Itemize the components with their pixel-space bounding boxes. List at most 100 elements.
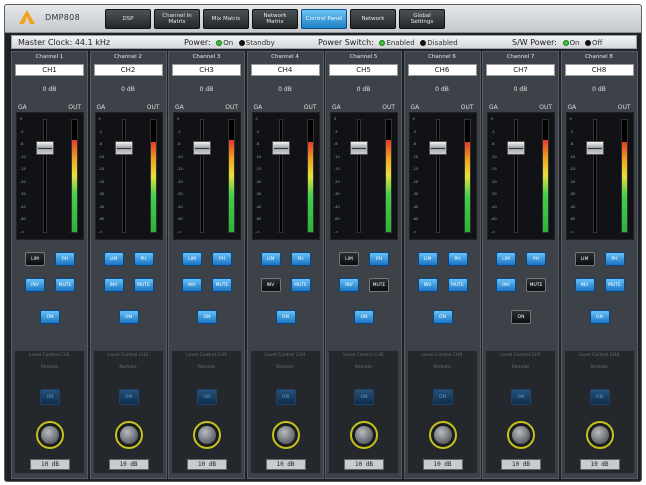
lim-button[interactable]: LIM	[417, 252, 438, 266]
power-standby-radio[interactable]	[238, 39, 245, 46]
lim-button[interactable]: LIM	[496, 252, 516, 266]
remote-on-button[interactable]: ON	[432, 389, 453, 405]
tab-network-matrix[interactable]: Network Matrix	[252, 9, 298, 29]
level-knob[interactable]	[507, 421, 535, 449]
invert-button[interactable]: INV	[260, 278, 281, 292]
level-knob[interactable]	[350, 421, 378, 449]
level-knob[interactable]	[114, 421, 143, 449]
fader-handle[interactable]	[585, 141, 604, 155]
tab-mix-matrix[interactable]: Mix Matrix	[203, 9, 249, 29]
lim-button[interactable]: LIM	[25, 252, 45, 266]
tab-global-settings[interactable]: Global Settings	[399, 9, 445, 29]
phase-button[interactable]: PH	[447, 252, 468, 266]
mute-button[interactable]: MUTE	[212, 278, 232, 292]
mute-button[interactable]: MUTE	[369, 278, 389, 292]
remote-on-button[interactable]: ON	[511, 389, 531, 405]
lim-button[interactable]: LIM	[103, 252, 124, 266]
invert-button[interactable]: INV	[339, 278, 359, 292]
phase-button[interactable]: PH	[133, 252, 154, 266]
invert-button[interactable]: INV	[103, 278, 124, 292]
power-on-radio[interactable]	[216, 39, 223, 46]
tab-network[interactable]: Network	[350, 9, 396, 29]
lim-button[interactable]: LIM	[260, 252, 281, 266]
channel-header: Channel 7	[506, 54, 535, 60]
fader-handle[interactable]	[271, 141, 290, 155]
level-knob[interactable]	[193, 421, 221, 449]
mute-button[interactable]: MUTE	[604, 278, 625, 292]
sw-on-radio[interactable]	[562, 39, 569, 46]
tab-channel-in-matrix[interactable]: Channel In Matrix	[154, 9, 200, 29]
switch-disabled-radio[interactable]	[420, 39, 427, 46]
channel-name-field[interactable]: CH7	[486, 64, 555, 76]
channel-name-field[interactable]: CH5	[329, 64, 398, 76]
phase-button[interactable]: PH	[290, 252, 311, 266]
channel-on-button[interactable]: ON	[589, 310, 610, 324]
channel-name-field[interactable]: CH4	[250, 64, 320, 76]
tab-dsp[interactable]: DSP	[105, 9, 151, 29]
channel-name-field[interactable]: CH3	[172, 64, 241, 76]
fader-handle[interactable]	[36, 141, 54, 155]
knob-value-field[interactable]: 10 dB	[265, 459, 306, 470]
knob-value-field[interactable]: 10 dB	[422, 459, 463, 470]
mute-button[interactable]: MUTE	[290, 278, 311, 292]
knob-cap	[433, 426, 452, 444]
knob-value-field[interactable]: 10 dB	[30, 459, 70, 470]
mute-button[interactable]: MUTE	[55, 278, 75, 292]
level-knob[interactable]	[428, 421, 457, 449]
level-knob[interactable]	[585, 421, 614, 449]
knob-value-field[interactable]: 10 dB	[108, 459, 149, 470]
fader-handle[interactable]	[428, 141, 447, 155]
phase-button[interactable]: PH	[55, 252, 75, 266]
remote-on-button[interactable]: ON	[354, 389, 374, 405]
scale-tick: -∞	[334, 229, 339, 234]
mute-button[interactable]: MUTE	[526, 278, 546, 292]
channel-on-button[interactable]: ON	[118, 310, 139, 324]
fader-handle[interactable]	[193, 141, 211, 155]
fader-handle[interactable]	[114, 141, 133, 155]
remote-on-button[interactable]: ON	[197, 389, 217, 405]
phase-button[interactable]: PH	[212, 252, 232, 266]
invert-button[interactable]: INV	[417, 278, 438, 292]
channel-name-field[interactable]: CH8	[564, 64, 634, 76]
remote-on-button[interactable]: ON	[118, 389, 139, 405]
phase-button[interactable]: PH	[526, 252, 546, 266]
channel-on-button[interactable]: ON	[432, 310, 453, 324]
out-label: OUT	[303, 104, 317, 111]
scale-tick: -10	[569, 154, 576, 159]
lim-button[interactable]: LIM	[574, 252, 595, 266]
level-knob[interactable]	[271, 421, 300, 449]
phase-button[interactable]: PH	[604, 252, 625, 266]
invert-button[interactable]: INV	[496, 278, 516, 292]
invert-button[interactable]: INV	[182, 278, 202, 292]
fader-handle[interactable]	[350, 141, 368, 155]
tab-control-panel[interactable]: Control Panel	[301, 9, 347, 29]
lim-button[interactable]: LIM	[182, 252, 202, 266]
phase-button[interactable]: PH	[369, 252, 389, 266]
mute-button[interactable]: MUTE	[133, 278, 154, 292]
channel-on-button[interactable]: ON	[275, 310, 296, 324]
level-knob[interactable]	[36, 421, 64, 449]
knob-value-field[interactable]: 10 dB	[579, 459, 620, 470]
lim-button[interactable]: LIM	[339, 252, 359, 266]
channel-on-button[interactable]: ON	[354, 310, 374, 324]
channel-name-field[interactable]: CH2	[93, 64, 163, 76]
remote-on-button[interactable]: ON	[589, 389, 610, 405]
mute-button[interactable]: MUTE	[447, 278, 468, 292]
channel-name-field[interactable]: CH1	[15, 64, 84, 76]
channel-on-button[interactable]: ON	[511, 310, 531, 324]
switch-enabled-radio[interactable]	[379, 39, 386, 46]
knob-value-field[interactable]: 10 dB	[187, 459, 227, 470]
invert-button[interactable]: INV	[25, 278, 45, 292]
sw-off-radio[interactable]	[585, 39, 592, 46]
channel-name-field[interactable]: CH6	[407, 64, 477, 76]
remote-on-button[interactable]: ON	[275, 389, 296, 405]
knob-value-field[interactable]: 10 dB	[501, 459, 541, 470]
knob-value-field[interactable]: 10 dB	[344, 459, 384, 470]
remote-on-button[interactable]: ON	[40, 389, 60, 405]
fader-handle[interactable]	[507, 141, 525, 155]
level-control-panel: Level Control CH1 Remote ON 10 dB	[14, 350, 85, 474]
channel-on-button[interactable]: ON	[197, 310, 217, 324]
invert-button[interactable]: INV	[574, 278, 595, 292]
remote-label: Remote	[354, 365, 373, 370]
channel-on-button[interactable]: ON	[40, 310, 60, 324]
